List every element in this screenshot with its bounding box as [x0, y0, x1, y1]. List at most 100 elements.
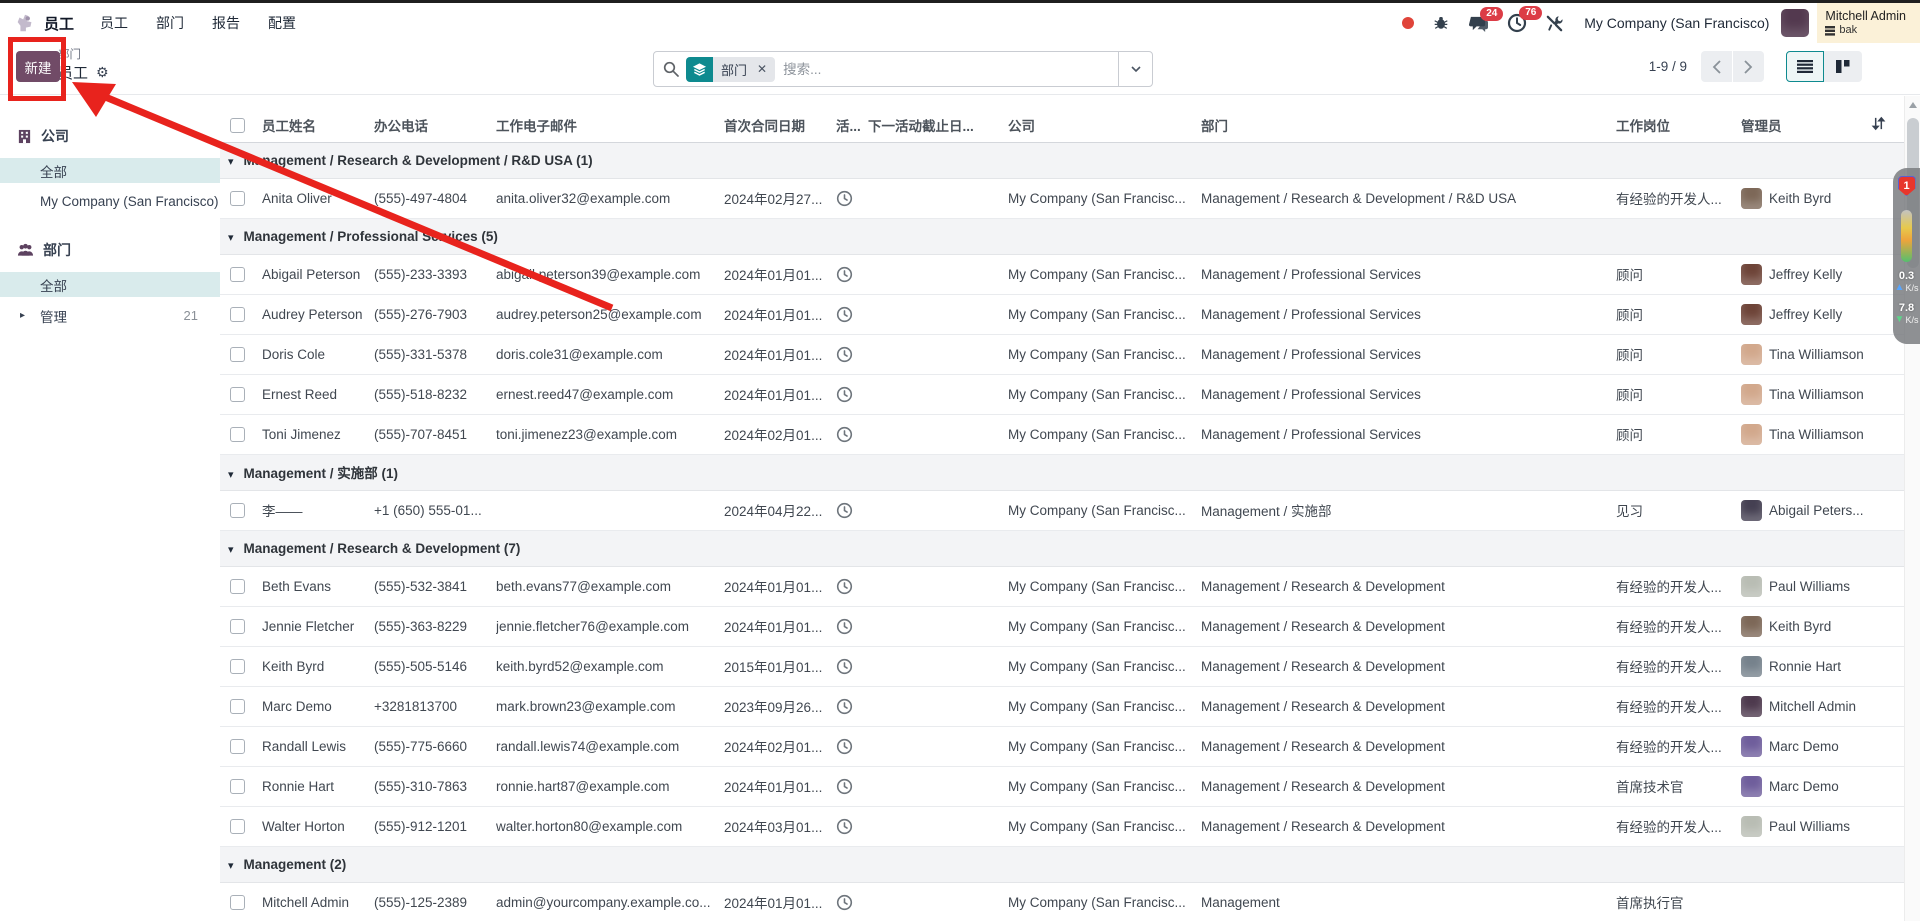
row-checkbox[interactable]	[230, 387, 245, 402]
row-checkbox[interactable]	[230, 307, 245, 322]
table-row[interactable]: Mitchell Admin (555)-125-2389 admin@your…	[220, 882, 1904, 921]
row-checkbox[interactable]	[230, 347, 245, 362]
user-menu[interactable]: Mitchell Admin bak	[1817, 3, 1920, 43]
activity-clock-icon[interactable]	[836, 306, 853, 323]
scrollbar-up-arrow[interactable]	[1909, 102, 1917, 108]
table-row[interactable]: Randall Lewis (555)-775-6660 randall.lew…	[220, 726, 1904, 766]
column-header[interactable]: 部门	[1201, 108, 1616, 142]
group-collapse-icon[interactable]: ▾	[228, 155, 234, 168]
messages-icon[interactable]: 24	[1468, 14, 1489, 33]
nav-menu-item[interactable]: 员工	[100, 15, 128, 31]
row-checkbox[interactable]	[230, 267, 245, 282]
expand-caret-icon[interactable]: ▸	[20, 310, 25, 321]
facet-remove-icon[interactable]: ✕	[755, 57, 775, 82]
table-row[interactable]: Beth Evans (555)-532-3841 beth.evans77@e…	[220, 566, 1904, 606]
activity-clock-icon[interactable]	[836, 502, 853, 519]
row-checkbox[interactable]	[230, 895, 245, 910]
net-monitor-overlay[interactable]: 1 0.3 ▲K/s 7.8 ▼K/s	[1893, 168, 1920, 344]
column-header[interactable]: 活...	[836, 108, 868, 142]
nav-menu-item[interactable]: 配置	[268, 15, 296, 31]
activity-clock-icon[interactable]	[836, 346, 853, 363]
nav-menu-item[interactable]: 部门	[156, 15, 184, 31]
app-name[interactable]: 员工	[44, 13, 74, 34]
active-company-switcher[interactable]: My Company (San Francisco)	[1584, 15, 1769, 31]
column-header[interactable]: 办公电话	[374, 108, 496, 142]
activity-clock-icon[interactable]	[836, 818, 853, 835]
activity-clock-icon[interactable]	[836, 578, 853, 595]
row-checkbox[interactable]	[230, 427, 245, 442]
bug-icon[interactable]	[1432, 14, 1450, 32]
group-header-row[interactable]: ▾Management / Research & Development / R…	[220, 142, 1904, 178]
table-row[interactable]: Abigail Peterson (555)-233-3393 abigail.…	[220, 254, 1904, 294]
table-row[interactable]: Anita Oliver (555)-497-4804 anita.oliver…	[220, 178, 1904, 218]
cell-manager: Tina Williamson	[1769, 347, 1864, 362]
group-collapse-icon[interactable]: ▾	[228, 231, 234, 244]
column-header[interactable]: 公司	[1008, 108, 1201, 142]
adjust-columns-header[interactable]	[1871, 108, 1904, 142]
group-header-row[interactable]: ▾Management / 实施部 (1)	[220, 454, 1904, 490]
table-row[interactable]: Keith Byrd (555)-505-5146 keith.byrd52@e…	[220, 646, 1904, 686]
row-checkbox[interactable]	[230, 191, 245, 206]
row-checkbox[interactable]	[230, 819, 245, 834]
row-checkbox[interactable]	[230, 619, 245, 634]
user-avatar[interactable]	[1781, 9, 1809, 37]
activity-clock-icon[interactable]	[836, 894, 853, 911]
kanban-view-button[interactable]	[1824, 51, 1862, 82]
search-bar[interactable]: 部门 ✕	[653, 51, 1153, 87]
sidebar-item-My Company (San Francisco)[interactable]: My Company (San Francisco)	[0, 189, 220, 214]
activities-clock-icon[interactable]: 76	[1507, 13, 1527, 33]
column-header[interactable]: 下一活动截止日...	[868, 108, 1008, 142]
row-checkbox[interactable]	[230, 503, 245, 518]
column-header[interactable]: 工作电子邮件	[496, 108, 724, 142]
activity-clock-icon[interactable]	[836, 618, 853, 635]
group-header-row[interactable]: ▾Management / Professional Services (5)	[220, 218, 1904, 254]
pager-next-button[interactable]	[1733, 51, 1764, 82]
group-header-row[interactable]: ▾Management / Research & Development (7)	[220, 530, 1904, 566]
activity-clock-icon[interactable]	[836, 698, 853, 715]
table-row[interactable]: Toni Jimenez (555)-707-8451 toni.jimenez…	[220, 414, 1904, 454]
activity-clock-icon[interactable]	[836, 778, 853, 795]
group-collapse-icon[interactable]: ▾	[228, 468, 234, 481]
column-header[interactable]: 员工姓名	[262, 108, 374, 142]
row-checkbox[interactable]	[230, 699, 245, 714]
activity-clock-icon[interactable]	[836, 386, 853, 403]
sidebar-item-管理[interactable]: ▸ 管理 21	[0, 303, 220, 328]
nav-menu-item[interactable]: 报告	[212, 15, 240, 31]
table-row[interactable]: Marc Demo +3281813700 mark.brown23@examp…	[220, 686, 1904, 726]
sidebar-item-全部[interactable]: 全部	[0, 158, 220, 183]
table-row[interactable]: Walter Horton (555)-912-1201 walter.hort…	[220, 806, 1904, 846]
table-row[interactable]: Ronnie Hart (555)-310-7863 ronnie.hart87…	[220, 766, 1904, 806]
sidebar-section-title: 部门	[0, 240, 220, 260]
column-header[interactable]: 工作岗位	[1616, 108, 1741, 142]
table-row[interactable]: Jennie Fletcher (555)-363-8229 jennie.fl…	[220, 606, 1904, 646]
group-collapse-icon[interactable]: ▾	[228, 543, 234, 556]
pager-previous-button[interactable]	[1701, 51, 1732, 82]
search-dropdown-toggle[interactable]	[1118, 52, 1152, 86]
select-all-checkbox[interactable]	[230, 118, 245, 133]
group-header-row[interactable]: ▾Management (2)	[220, 846, 1904, 882]
table-row[interactable]: Ernest Reed (555)-518-8232 ernest.reed47…	[220, 374, 1904, 414]
sidebar-item-全部[interactable]: 全部	[0, 272, 220, 297]
table-row[interactable]: 李—— +1 (650) 555-01... 2024年04月22... My …	[220, 490, 1904, 530]
activity-clock-icon[interactable]	[836, 426, 853, 443]
row-checkbox[interactable]	[230, 739, 245, 754]
row-checkbox[interactable]	[230, 579, 245, 594]
table-row[interactable]: Doris Cole (555)-331-5378 doris.cole31@e…	[220, 334, 1904, 374]
activity-clock-icon[interactable]	[836, 190, 853, 207]
group-collapse-icon[interactable]: ▾	[228, 859, 234, 872]
action-gear-icon[interactable]: ⚙	[96, 64, 109, 81]
search-input[interactable]	[775, 62, 1118, 77]
tools-icon[interactable]	[1545, 14, 1564, 33]
list-view-button[interactable]	[1786, 51, 1824, 82]
column-header[interactable]: 管理员	[1741, 108, 1871, 142]
pager-zone: 1-9 / 9	[1649, 51, 1862, 82]
activity-clock-icon[interactable]	[836, 738, 853, 755]
activity-clock-icon[interactable]	[836, 266, 853, 283]
row-checkbox[interactable]	[230, 659, 245, 674]
activity-clock-icon[interactable]	[836, 658, 853, 675]
employees-app-icon[interactable]	[14, 12, 36, 34]
table-row[interactable]: Audrey Peterson (555)-276-7903 audrey.pe…	[220, 294, 1904, 334]
cell-company: My Company (San Francisc...	[1008, 414, 1201, 454]
column-header[interactable]: 首次合同日期	[724, 108, 836, 142]
row-checkbox[interactable]	[230, 779, 245, 794]
